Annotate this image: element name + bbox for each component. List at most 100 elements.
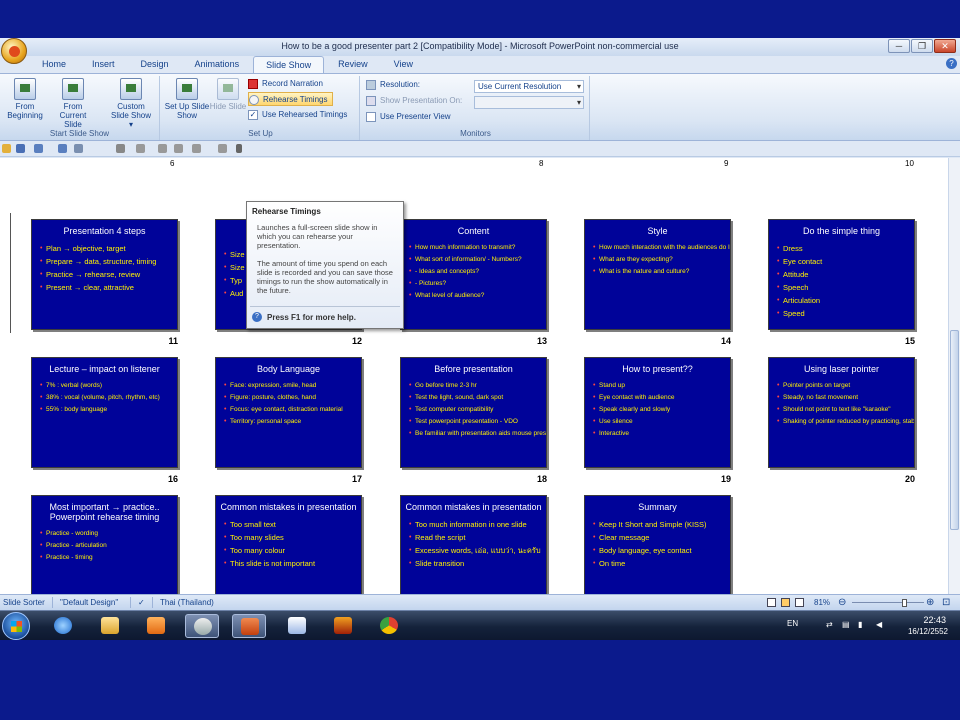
- slide-thumbnail[interactable]: Body Language Face: expression, smile, he…: [215, 357, 362, 468]
- slide-thumbnail[interactable]: Most important → practice.. Powerpoint r…: [31, 495, 178, 606]
- volume-icon[interactable]: ◀: [876, 620, 882, 629]
- media-player-icon[interactable]: [139, 614, 173, 638]
- input-language[interactable]: EN: [787, 619, 798, 628]
- slide-bullet: Use silence: [593, 418, 726, 426]
- slide-thumbnail[interactable]: Summary Keep It Short and Simple (KISS) Cl…: [584, 495, 731, 606]
- slide-sorter-area[interactable]: 6 8 9 10 Presentation 4 steps Plan → objectiv…: [0, 158, 948, 624]
- tab-view[interactable]: View: [382, 56, 425, 73]
- zoom-out-icon[interactable]: ⊖: [838, 597, 846, 608]
- setup-label: Set Up Slide Show: [164, 102, 210, 120]
- open-folder-icon[interactable]: [2, 144, 11, 153]
- status-divider: [52, 597, 53, 608]
- redo-icon[interactable]: [58, 144, 67, 153]
- zoom-slider-track[interactable]: [852, 602, 924, 603]
- media-center-icon[interactable]: [185, 614, 219, 638]
- tab-review[interactable]: Review: [326, 56, 380, 73]
- zoom-level[interactable]: 81%: [814, 598, 830, 607]
- word-taskbar-icon[interactable]: [280, 614, 314, 638]
- tab-design[interactable]: Design: [129, 56, 181, 73]
- network-icon[interactable]: ▤: [842, 620, 850, 629]
- save-icon[interactable]: [16, 144, 25, 153]
- slide-bullet: Read the script: [409, 533, 542, 542]
- spellcheck-icon[interactable]: ✓: [138, 598, 145, 607]
- chrome-taskbar-icon[interactable]: [372, 614, 406, 638]
- office-button[interactable]: [1, 38, 27, 64]
- grid-icon[interactable]: [158, 144, 167, 153]
- undo-icon[interactable]: [34, 144, 43, 153]
- slide-bullet: How much information to transmit?: [409, 244, 542, 252]
- tab-insert[interactable]: Insert: [80, 56, 127, 73]
- slide-thumbnail[interactable]: How to present?? Stand up Eye contact with…: [584, 357, 731, 468]
- internet-explorer-icon[interactable]: [46, 614, 80, 638]
- tab-home[interactable]: Home: [30, 56, 78, 73]
- slide-thumbnail[interactable]: Style How much interaction with the audie…: [584, 219, 731, 330]
- slide-bullet: Stand up: [593, 382, 726, 390]
- from-current-slide-button[interactable]: From Current Slide: [50, 78, 96, 129]
- chart-icon[interactable]: [192, 144, 201, 153]
- slide-thumbnail[interactable]: Common mistakes in presentation Too small…: [215, 495, 362, 606]
- resolution-dropdown[interactable]: Use Current Resolution: [474, 80, 584, 93]
- start-button[interactable]: [2, 612, 30, 640]
- powerpoint-taskbar-icon[interactable]: [232, 614, 266, 638]
- signal-icon[interactable]: ▮: [858, 620, 862, 629]
- set-up-group: Set Up Slide Show Hide Slide Record Narr…: [162, 76, 360, 140]
- slide-thumbnail[interactable]: Lecture – impact on listener 7% : verbal …: [31, 357, 178, 468]
- fit-to-window-icon[interactable]: ⊡: [942, 597, 950, 608]
- tooltip-paragraph-2: The amount of time you spend on each sli…: [257, 259, 393, 295]
- minimize-button[interactable]: ─: [888, 39, 910, 53]
- color-icon[interactable]: [116, 144, 125, 153]
- window-title: How to be a good presenter part 2 [Compa…: [281, 41, 679, 51]
- vertical-scrollbar[interactable]: [948, 158, 960, 624]
- slide-bullet-list: Go before time 2-3 hr Test the light, sou…: [401, 382, 546, 438]
- tab-animations[interactable]: Animations: [183, 56, 252, 73]
- zoom-in-icon[interactable]: ⊕: [926, 597, 934, 608]
- record-narration-button[interactable]: Record Narration: [248, 77, 356, 91]
- slide-thumbnail[interactable]: Content How much information to transmit?…: [400, 219, 547, 330]
- start-group-label: Start Slide Show: [49, 129, 110, 138]
- clock-date[interactable]: 16/12/2552: [908, 627, 948, 636]
- slide-thumbnail[interactable]: Before presentation Go before time 2-3 hr…: [400, 357, 547, 468]
- hide-slide-button[interactable]: Hide Slide: [208, 78, 248, 111]
- clock-time[interactable]: 22:43: [923, 615, 946, 625]
- use-rehearsed-timings-checkbox[interactable]: ✓ Use Rehearsed Timings: [248, 108, 356, 122]
- close-button[interactable]: ✕: [934, 39, 956, 53]
- from-beginning-button[interactable]: From Beginning: [2, 78, 48, 120]
- slide-bullet: Test the light, sound, dark spot: [409, 394, 542, 402]
- help-icon[interactable]: ?: [946, 58, 957, 69]
- normal-view-icon[interactable]: [767, 598, 776, 607]
- show-presentation-on-dropdown[interactable]: [474, 96, 584, 109]
- zoom-slider-thumb[interactable]: [902, 599, 907, 607]
- explorer-folder-icon[interactable]: [93, 614, 127, 638]
- slide-bullet: Practice - articulation: [40, 542, 173, 550]
- customize-qat-icon[interactable]: [236, 144, 242, 153]
- slide-thumbnail[interactable]: Do the simple thing Dress Eye contact Attit…: [768, 219, 915, 330]
- slide-thumbnail[interactable]: Common mistakes in presentation Too much …: [400, 495, 547, 606]
- slide-number-label: 16: [167, 474, 178, 484]
- scrollbar-thumb[interactable]: [950, 330, 959, 530]
- tab-slide-show[interactable]: Slide Show: [253, 56, 325, 73]
- rehearse-timings-button[interactable]: Rehearse Timings: [248, 92, 333, 106]
- maximize-button[interactable]: ❐: [911, 39, 933, 53]
- slideshow-view-icon[interactable]: [795, 598, 804, 607]
- use-presenter-view-checkbox[interactable]: Use Presenter View: [366, 110, 486, 124]
- custom-show-icon: [120, 78, 142, 100]
- slide-bullet: Practice - wording: [40, 530, 173, 538]
- format-painter-icon[interactable]: [74, 144, 83, 153]
- slide-thumbnail[interactable]: Presentation 4 steps Plan → objective, ta…: [31, 219, 178, 330]
- slide-sorter-view-icon[interactable]: [781, 598, 790, 607]
- slide-bullet: Speech: [777, 283, 910, 292]
- slide-title: Lecture – impact on listener: [49, 364, 160, 374]
- theme-name: "Default Design": [60, 598, 119, 607]
- zoom-icon[interactable]: [136, 144, 145, 153]
- sync-icon[interactable]: ⇄: [826, 620, 833, 629]
- slide-thumbnail[interactable]: Using laser pointer Pointer points on tar…: [768, 357, 915, 468]
- set-up-slide-show-button[interactable]: Set Up Slide Show: [164, 78, 210, 120]
- slide-bullet: Clear message: [593, 533, 726, 542]
- custom-slide-show-button[interactable]: Custom Slide Show ▾: [108, 78, 154, 129]
- app-taskbar-icon[interactable]: [326, 614, 360, 638]
- slide-title: Content: [457, 226, 490, 236]
- table-icon[interactable]: [174, 144, 183, 153]
- slide-bullet-list: Plan → objective, target Prepare → data, …: [32, 244, 177, 292]
- spell-icon[interactable]: [218, 144, 227, 153]
- from-current-label: From Current Slide: [59, 102, 87, 129]
